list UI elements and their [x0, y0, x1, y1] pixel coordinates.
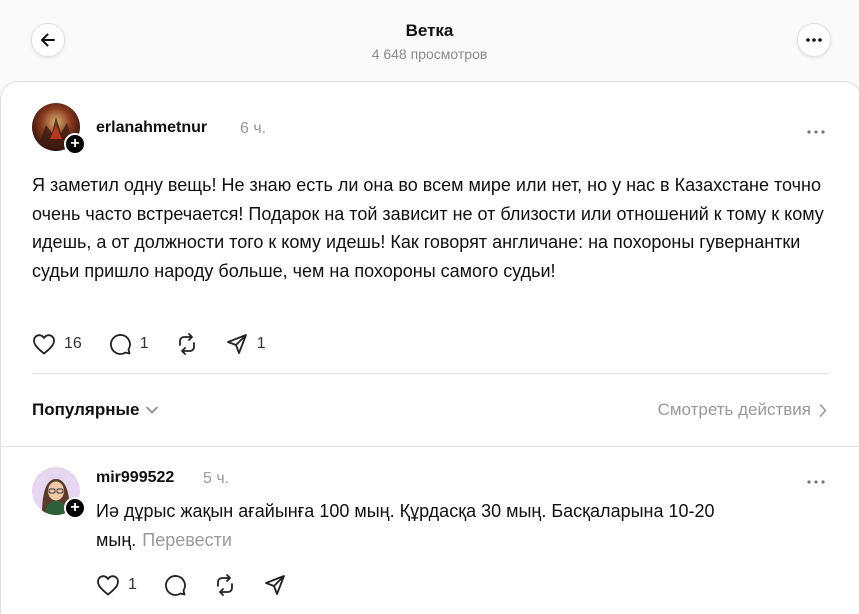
post-actions: 16 1 1	[32, 332, 292, 356]
heart-icon	[33, 334, 55, 355]
post-time: 6 ч.	[240, 120, 267, 137]
view-count: 4 648 просмотров	[371, 46, 488, 62]
sort-label: Популярные	[32, 400, 140, 419]
more-horizontal-icon	[807, 130, 825, 134]
repost-button[interactable]	[175, 332, 199, 356]
comment-count: 1	[139, 335, 149, 352]
heart-icon	[97, 575, 119, 596]
chevron-right-icon	[819, 403, 827, 417]
more-horizontal-icon	[806, 38, 822, 42]
reply-more-button[interactable]	[806, 474, 826, 485]
reply-username[interactable]: mir999522	[96, 469, 174, 487]
post-more-button[interactable]	[806, 124, 826, 135]
repost-icon	[178, 333, 195, 355]
reply-time: 5 ч.	[203, 470, 230, 487]
like-count: 16	[64, 335, 82, 352]
like-button[interactable]: 1	[96, 574, 137, 596]
post-username[interactable]: erlanahmetnur	[96, 119, 207, 137]
repost-button[interactable]	[213, 573, 237, 597]
view-activity-link[interactable]: Смотреть действия	[658, 400, 827, 420]
send-icon	[265, 575, 285, 595]
reply-text-block: Иә дұрыс жақын ағайынға 100 мың. Құрдасқ…	[96, 497, 816, 554]
comment-button[interactable]: 1	[108, 332, 149, 356]
divider	[0, 446, 859, 447]
like-button[interactable]: 16	[32, 333, 82, 355]
post-text: Я заметил одну вещь! Не знаю есть ли она…	[32, 175, 824, 281]
reply-avatar[interactable]: +	[32, 467, 86, 519]
comment-icon	[164, 575, 186, 596]
send-icon	[226, 334, 247, 354]
reply-actions: 1	[96, 573, 313, 597]
view-activity-label: Смотреть действия	[657, 400, 811, 419]
like-count: 1	[128, 576, 137, 593]
page-title: Ветка	[405, 21, 454, 40]
follow-plus-icon[interactable]: +	[64, 497, 86, 519]
comment-button[interactable]	[163, 573, 187, 597]
translate-link[interactable]: Перевести	[142, 530, 232, 550]
more-horizontal-icon	[807, 480, 825, 484]
share-button[interactable]: 1	[225, 332, 266, 356]
follow-plus-icon[interactable]: +	[64, 133, 86, 155]
chevron-down-icon	[146, 406, 159, 414]
sort-dropdown[interactable]: Популярные	[32, 400, 159, 420]
header-more-button[interactable]	[797, 23, 831, 57]
divider	[32, 373, 828, 374]
share-button[interactable]	[263, 573, 287, 597]
share-count: 1	[256, 335, 266, 352]
thread-header: Ветка 4 648 просмотров	[0, 0, 859, 82]
post-avatar[interactable]: +	[32, 103, 86, 155]
repost-icon	[217, 574, 233, 596]
comment-icon	[109, 334, 131, 355]
